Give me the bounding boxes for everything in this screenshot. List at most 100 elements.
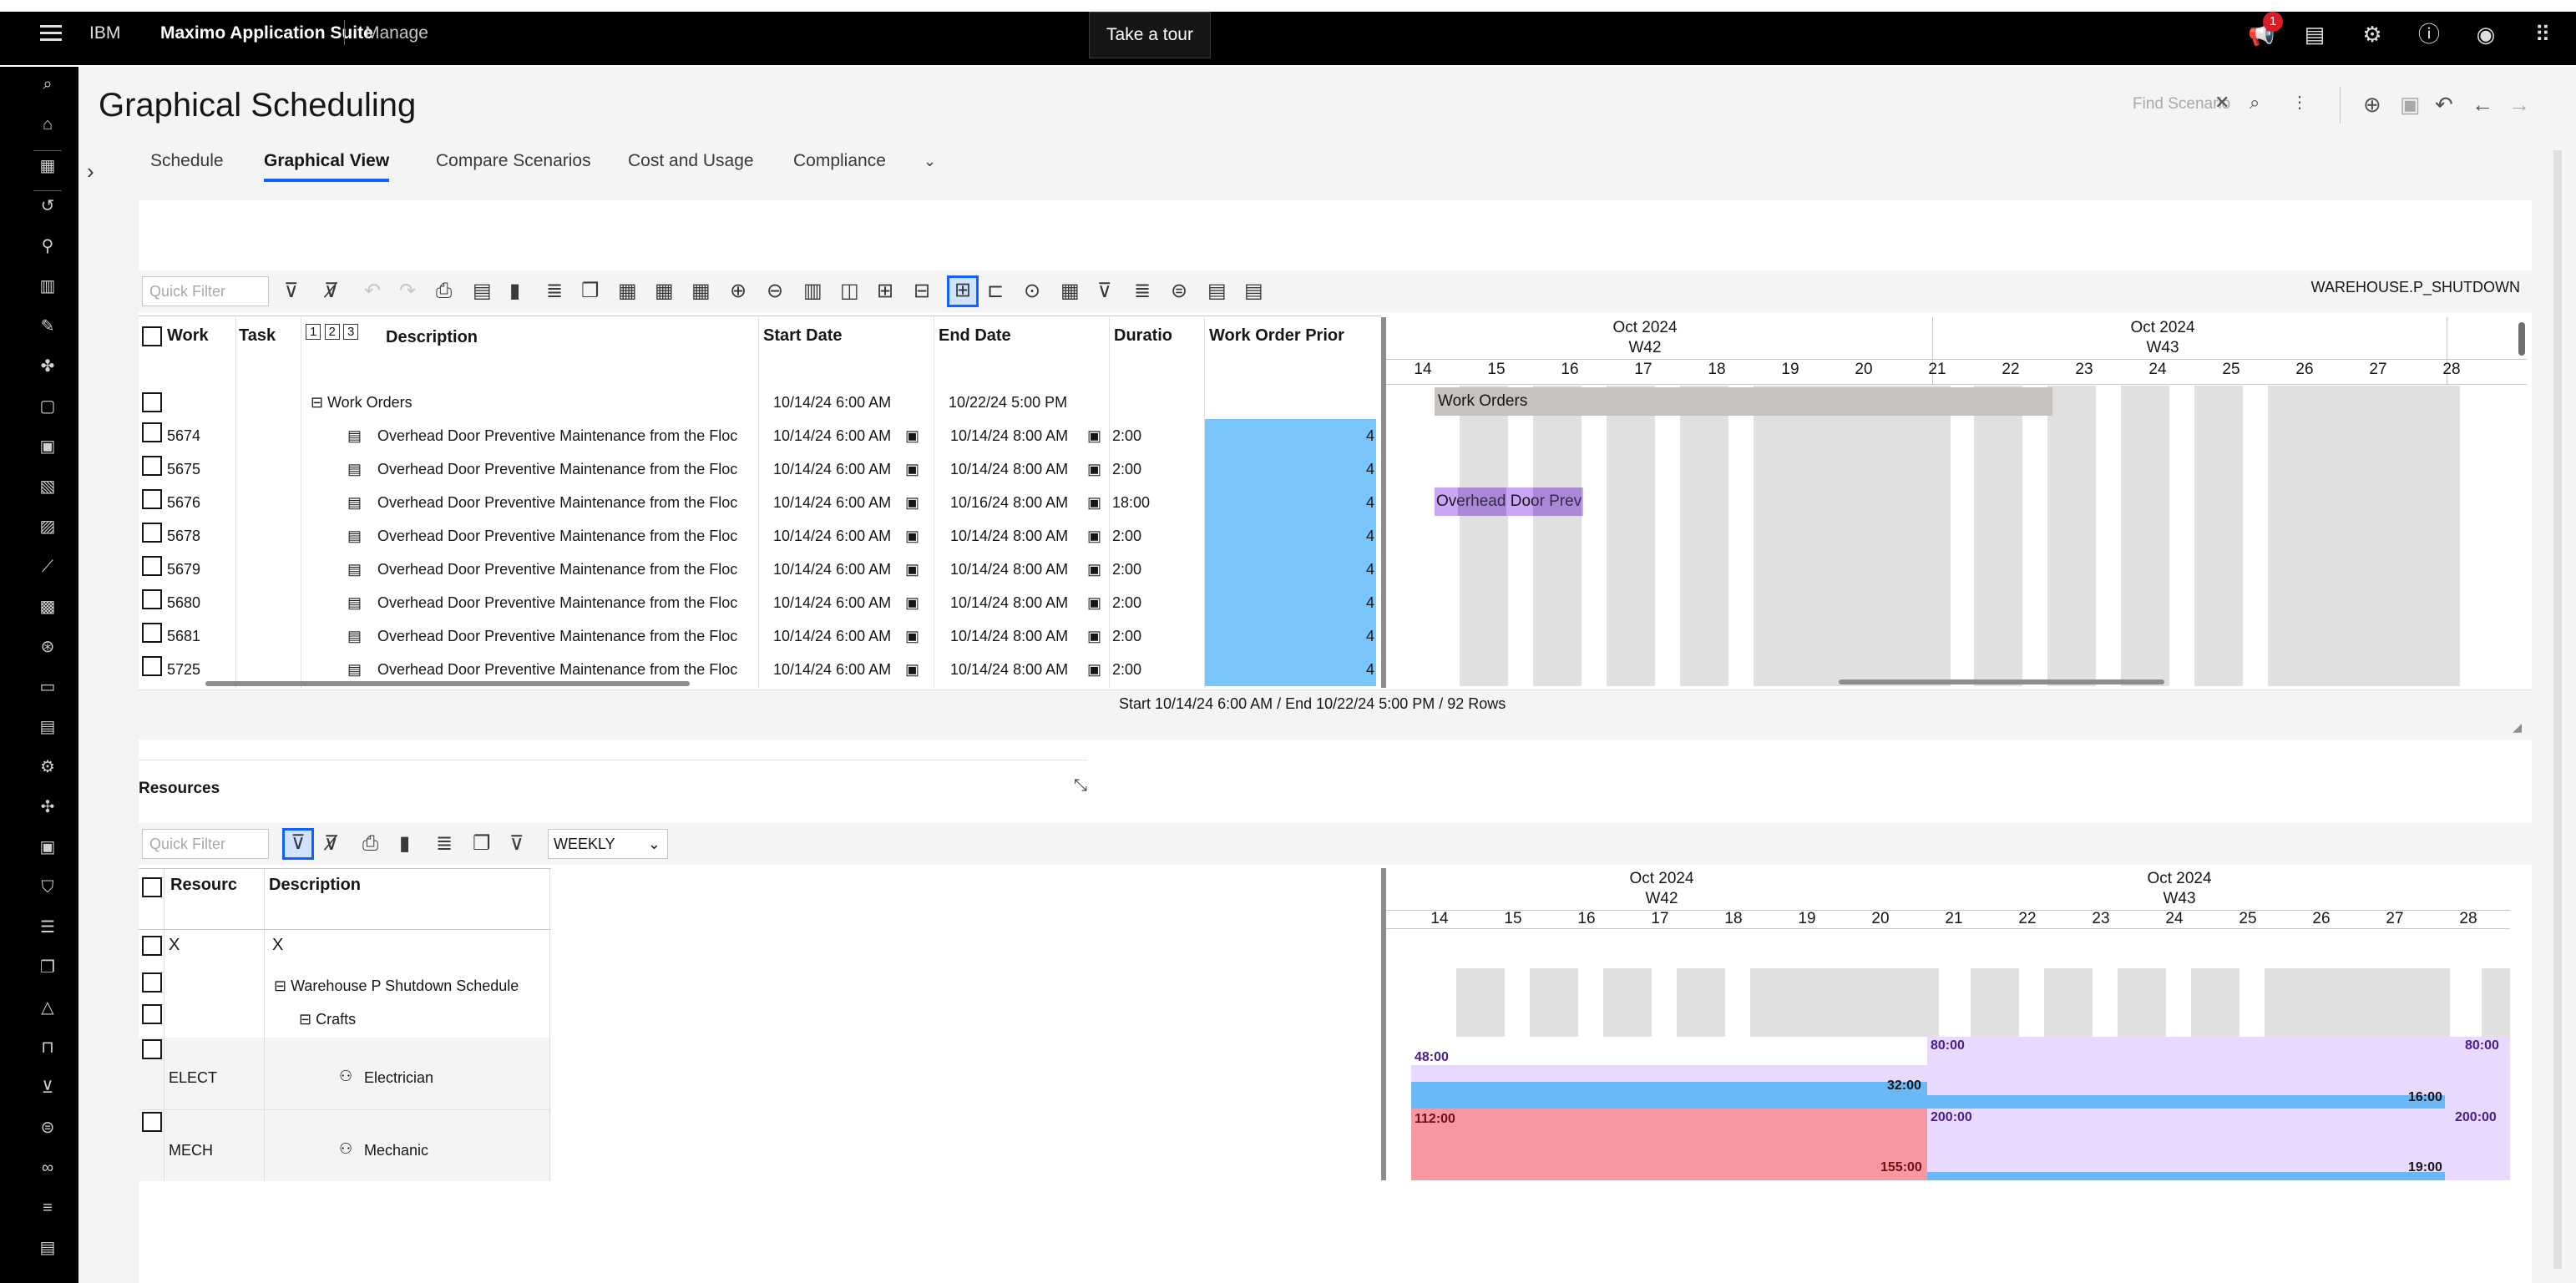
dependencies-icon[interactable]: ⊟	[913, 279, 930, 304]
calendar-picker-icon[interactable]: ▣	[905, 494, 919, 512]
calendar-picker-icon[interactable]: ▣	[905, 594, 919, 612]
row-checkbox[interactable]	[142, 589, 162, 609]
analytics-icon[interactable]: ⟋	[37, 556, 58, 578]
delete-icon[interactable]: ▮	[509, 279, 520, 304]
calendar-picker-icon[interactable]: ▣	[905, 561, 919, 578]
elect-w43-usage-bar[interactable]	[1927, 1095, 2445, 1109]
help-icon[interactable]: ⓘ	[2417, 22, 2442, 47]
binoculars-icon[interactable]: ∞	[37, 1157, 58, 1179]
table-row[interactable]: ELECT ⚇ Electrician	[139, 1038, 551, 1109]
more-tabs-chevron-icon[interactable]: ⌄	[924, 142, 936, 182]
settings-icon[interactable]: ⚙	[37, 756, 58, 778]
delete-icon[interactable]: ▮	[399, 831, 410, 856]
take-a-tour-button[interactable]: Take a tour	[1089, 12, 1211, 58]
table-row[interactable]: 5679 ▤ Overhead Door Preventive Maintena…	[139, 553, 1381, 586]
row-checkbox[interactable]	[142, 936, 162, 956]
undo-icon[interactable]: ↶	[2435, 92, 2453, 118]
chart-vertical-scrollbar[interactable]	[2518, 322, 2525, 356]
hierarchy-icon[interactable]: ⊞	[877, 279, 893, 304]
row-checkbox[interactable]	[142, 972, 162, 993]
elect-w42-usage-bar[interactable]	[1411, 1082, 1927, 1109]
resources-icon[interactable]: ⊜	[1171, 279, 1187, 304]
integration-icon[interactable]: ✣	[37, 796, 58, 818]
filter-resource-clear[interactable]: X	[169, 936, 180, 955]
people-icon[interactable]: ⚲	[37, 235, 58, 257]
collapse-icon[interactable]: ⊟	[299, 1011, 316, 1028]
zoom-in-icon[interactable]: ⊕	[730, 279, 746, 304]
row-checkbox[interactable]	[142, 1112, 162, 1132]
cart-icon[interactable]: ⊻	[37, 1077, 58, 1099]
export-icon[interactable]: ▤	[473, 279, 492, 304]
select-all-checkbox[interactable]	[142, 877, 162, 897]
redo-icon[interactable]: ↷	[399, 279, 416, 304]
tab-schedule[interactable]: Schedule	[150, 142, 224, 182]
gantt-quick-filter-input[interactable]: Quick Filter	[142, 276, 269, 306]
calendar-picker-icon[interactable]: ▣	[1087, 494, 1101, 512]
overflow-menu-icon[interactable]: ⋮	[2291, 92, 2308, 113]
table-row[interactable]: MECH ⚇ Mechanic	[139, 1109, 551, 1181]
copy-icon[interactable]: ❐	[473, 831, 491, 856]
level-2-button[interactable]: 2	[324, 324, 340, 340]
select-all-checkbox[interactable]	[142, 326, 162, 346]
column-description[interactable]: Description	[386, 328, 553, 347]
search-icon[interactable]: ⌕	[2250, 92, 2260, 114]
calendar-picker-icon[interactable]: ▣	[905, 461, 919, 478]
row-checkbox[interactable]	[142, 523, 162, 543]
resources-quick-filter-input[interactable]: Quick Filter	[142, 829, 269, 859]
filter-description-clear[interactable]: X	[272, 936, 283, 955]
recent-icon[interactable]: ↺	[37, 195, 58, 217]
filter-advanced-icon[interactable]: ⊽	[509, 831, 524, 856]
crafts-row[interactable]: ⊟ Crafts	[299, 1011, 356, 1028]
calendar-picker-icon[interactable]: ▣	[1087, 561, 1101, 578]
safety-icon[interactable]: △	[37, 997, 58, 1018]
row-checkbox[interactable]	[142, 422, 162, 442]
calendar-picker-icon[interactable]: ▣	[1087, 427, 1101, 445]
row-checkbox[interactable]	[142, 456, 162, 476]
clear-filter-icon[interactable]: ⊽̸	[324, 831, 339, 856]
chart-icon[interactable]: ▥	[37, 275, 58, 297]
column-start-date[interactable]: Start Date	[763, 326, 897, 346]
calendar-view-icon[interactable]: ▦	[691, 279, 711, 304]
calendar-picker-icon[interactable]: ▣	[905, 628, 919, 645]
filter-icon[interactable]: ⊽	[282, 828, 314, 860]
tool-icon[interactable]: ✎	[37, 316, 58, 337]
home-icon[interactable]: ⌂	[37, 114, 58, 135]
copy-icon[interactable]: ❐	[581, 279, 600, 304]
critical-path-icon[interactable]: ⊞	[947, 275, 979, 307]
zoom-out-icon[interactable]: ⊖	[767, 279, 783, 304]
forward-arrow-icon[interactable]: →	[2508, 92, 2530, 118]
column-work[interactable]: Work	[167, 326, 225, 346]
row-checkbox[interactable]	[142, 1004, 162, 1024]
column-end-date[interactable]: End Date	[939, 326, 1039, 346]
mech-w43-usage-bar[interactable]	[1927, 1172, 2445, 1180]
vehicle-icon[interactable]: ⊜	[37, 1117, 58, 1139]
level-3-button[interactable]: 3	[343, 324, 359, 340]
split-view-icon[interactable]: ⊏	[987, 279, 1004, 304]
calendar-picker-icon[interactable]: ▣	[1087, 594, 1101, 612]
app-switcher-icon[interactable]: ⠿	[2530, 22, 2555, 47]
columns-icon[interactable]: ≣	[436, 831, 453, 856]
view-options-icon[interactable]: ⊙	[1024, 279, 1040, 304]
clipboard-icon[interactable]: ▤	[2302, 22, 2327, 47]
column-duration[interactable]: Duratio	[1114, 326, 1189, 346]
work-order-icon[interactable]: ▣	[37, 436, 58, 457]
contract-icon[interactable]: ▤	[37, 716, 58, 738]
calendar-picker-icon[interactable]: ▣	[1087, 461, 1101, 478]
print-icon[interactable]: ⎙	[436, 279, 452, 304]
dashboard-icon[interactable]: ▦	[37, 155, 58, 177]
print-icon[interactable]: ⎙	[362, 831, 378, 856]
tab-graphical-view[interactable]: Graphical View	[264, 142, 390, 182]
calendar-picker-icon[interactable]: ▣	[905, 427, 919, 445]
row-checkbox[interactable]	[142, 623, 162, 643]
calendar-picker-icon[interactable]: ▣	[905, 661, 919, 679]
fit-to-screen-icon[interactable]: ▥	[803, 279, 822, 304]
schedule-row[interactable]: ⊟ Warehouse P Shutdown Schedule	[274, 977, 519, 995]
save-icon[interactable]: ▣	[2400, 92, 2421, 118]
column-task[interactable]: Task	[239, 326, 281, 346]
mech-w42-overallocation-bar[interactable]	[1411, 1109, 1927, 1180]
column-resource[interactable]: Resourc	[170, 876, 244, 895]
briefcase-icon[interactable]: ▣	[37, 836, 58, 858]
tab-compliance[interactable]: Compliance	[793, 142, 886, 182]
task-list-icon[interactable]: ≣	[1134, 279, 1151, 304]
report-icon[interactable]: ▤	[1244, 279, 1263, 304]
